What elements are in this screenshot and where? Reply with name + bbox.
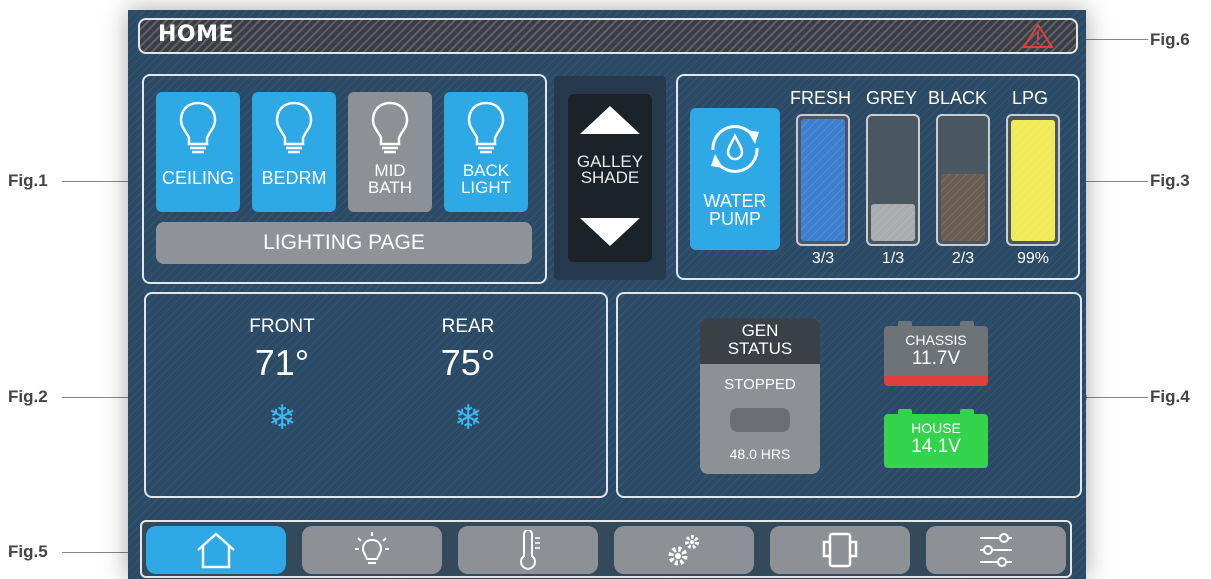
tank-level-fill [1011, 120, 1055, 241]
tank-level-fill [871, 204, 915, 241]
tank-fresh-name: FRESH [790, 88, 852, 108]
battery-chassis-voltage: 11.7V [911, 348, 961, 369]
tank-grey-name: GREY [866, 88, 918, 108]
label-line-2: STATUS [727, 339, 793, 358]
lightbulb-icon [355, 532, 389, 564]
light-back-light-label: BACK LIGHT [444, 162, 528, 196]
label-line-2: PUMP [708, 209, 761, 229]
zone-rear-temp: 75° [440, 342, 496, 383]
sliders-icon [980, 533, 1012, 567]
battery-house: HOUSE 14.1V [884, 409, 988, 468]
light-ceiling-button[interactable]: CEILING [156, 92, 240, 212]
label-line-2: BATH [367, 178, 413, 197]
gears-icon [668, 535, 699, 566]
generator-status-card[interactable]: GEN STATUS STOPPED 48.0 HRS [700, 318, 820, 474]
battery-house-name: HOUSE [911, 420, 961, 436]
tank-black-gauge [936, 114, 990, 246]
snowflake-icon: ❄ [453, 398, 483, 438]
tank-level-fill [941, 173, 985, 241]
tank-fresh-value: 3/3 [811, 250, 835, 267]
light-mid-bath-button[interactable]: MID BATH [348, 92, 432, 212]
battery-chassis-name: CHASSIS [905, 332, 967, 348]
battery-terminal [960, 409, 974, 415]
tank-lpg-name: LPG [1012, 88, 1049, 108]
control-screen: HOME CEILING BEDRM MID BATH BACK LIGHT LIG… [128, 10, 1086, 579]
battery-terminal [898, 409, 912, 415]
nav-home-button[interactable] [146, 526, 286, 574]
power-panel: GEN STATUS STOPPED 48.0 HRS CHASSIS 11.7V… [616, 292, 1082, 498]
title-bar: HOME [138, 18, 1078, 54]
callout-fig1: Fig.1 [8, 171, 48, 190]
tank-grey-gauge [866, 114, 920, 246]
light-ceiling-label: CEILING [161, 168, 235, 188]
zone-front-temp: 71° [254, 342, 310, 383]
lighting-page-button[interactable]: LIGHTING PAGE [156, 222, 532, 264]
nav-slides-button[interactable] [770, 526, 910, 574]
lighting-panel: CEILING BEDRM MID BATH BACK LIGHT LIGHTING… [142, 74, 547, 284]
slide-out-icon [822, 532, 858, 568]
tank-black-name: BLACK [928, 88, 988, 108]
tanks-panel: WATER PUMP FRESH GREY BLACK LPG 3/3 1/3 2… [676, 74, 1080, 280]
galley-shade-label: GALLEY SHADE [568, 153, 652, 187]
callout-fig3: Fig.3 [1150, 171, 1190, 190]
callout-fig4: Fig.4 [1150, 387, 1190, 406]
nav-controls-button[interactable] [926, 526, 1066, 574]
battery-chassis: CHASSIS 11.7V [884, 321, 988, 386]
tank-lpg-value: 99% [1016, 250, 1050, 267]
light-bedroom-label: BEDRM [261, 168, 327, 188]
galley-shade-panel: GALLEY SHADE [554, 76, 666, 280]
zone-rear-name: REAR [441, 316, 495, 337]
bottom-nav-bar [140, 520, 1072, 578]
callout-fig2: Fig.2 [8, 387, 48, 406]
label-line-1: GEN [741, 321, 779, 340]
callout-line-fig4 [1080, 394, 1148, 401]
light-bedroom-button[interactable]: BEDRM [252, 92, 336, 212]
battery-terminal [898, 321, 912, 327]
callout-line-fig6 [1074, 36, 1148, 43]
callout-line-fig3 [1076, 178, 1148, 185]
climate-panel[interactable]: FRONT 71° ❄ REAR 75° ❄ [144, 292, 608, 498]
lightbulb-icon [467, 101, 505, 154]
nav-settings-button[interactable] [614, 526, 754, 574]
generator-start-button[interactable] [730, 408, 790, 432]
tank-level-fill [801, 119, 845, 241]
battery-house-voltage: 14.1V [911, 436, 961, 457]
lightbulb-icon [275, 101, 313, 154]
battery-terminal [960, 321, 974, 327]
shade-down-arrow-icon[interactable] [580, 218, 640, 246]
warning-triangle-icon[interactable] [1022, 23, 1054, 49]
tank-fresh-gauge [796, 114, 850, 246]
light-mid-bath-label: MID BATH [348, 162, 432, 196]
generator-title: GEN STATUS [700, 318, 820, 364]
page-title: HOME [158, 22, 235, 47]
label-line-2: SHADE [580, 168, 640, 187]
label-line-2: LIGHT [460, 178, 512, 197]
nav-lighting-button[interactable] [302, 526, 442, 574]
light-back-light-button[interactable]: BACK LIGHT [444, 92, 528, 212]
galley-shade-control: GALLEY SHADE [568, 94, 652, 262]
tank-lpg-gauge [1006, 114, 1060, 246]
lightbulb-icon [179, 101, 217, 154]
callout-fig6: Fig.6 [1150, 30, 1190, 49]
callout-fig5: Fig.5 [8, 542, 48, 561]
nav-climate-button[interactable] [458, 526, 598, 574]
lightbulb-icon [371, 101, 409, 154]
water-pump-button[interactable]: WATER PUMP [690, 108, 780, 250]
tank-black-value: 2/3 [951, 250, 975, 267]
snowflake-icon: ❄ [267, 398, 297, 438]
zone-front-name: FRONT [249, 316, 315, 337]
water-drop-cycle-icon [711, 125, 759, 173]
generator-state: STOPPED [724, 376, 796, 393]
thermometer-icon [520, 530, 540, 570]
tank-grey-value: 1/3 [881, 250, 905, 267]
water-pump-label: WATER PUMP [690, 192, 780, 228]
generator-hours: 48.0 HRS [729, 446, 791, 462]
shade-up-arrow-icon[interactable] [580, 106, 640, 134]
label-line-1: WATER [703, 191, 767, 211]
home-icon [197, 532, 235, 569]
